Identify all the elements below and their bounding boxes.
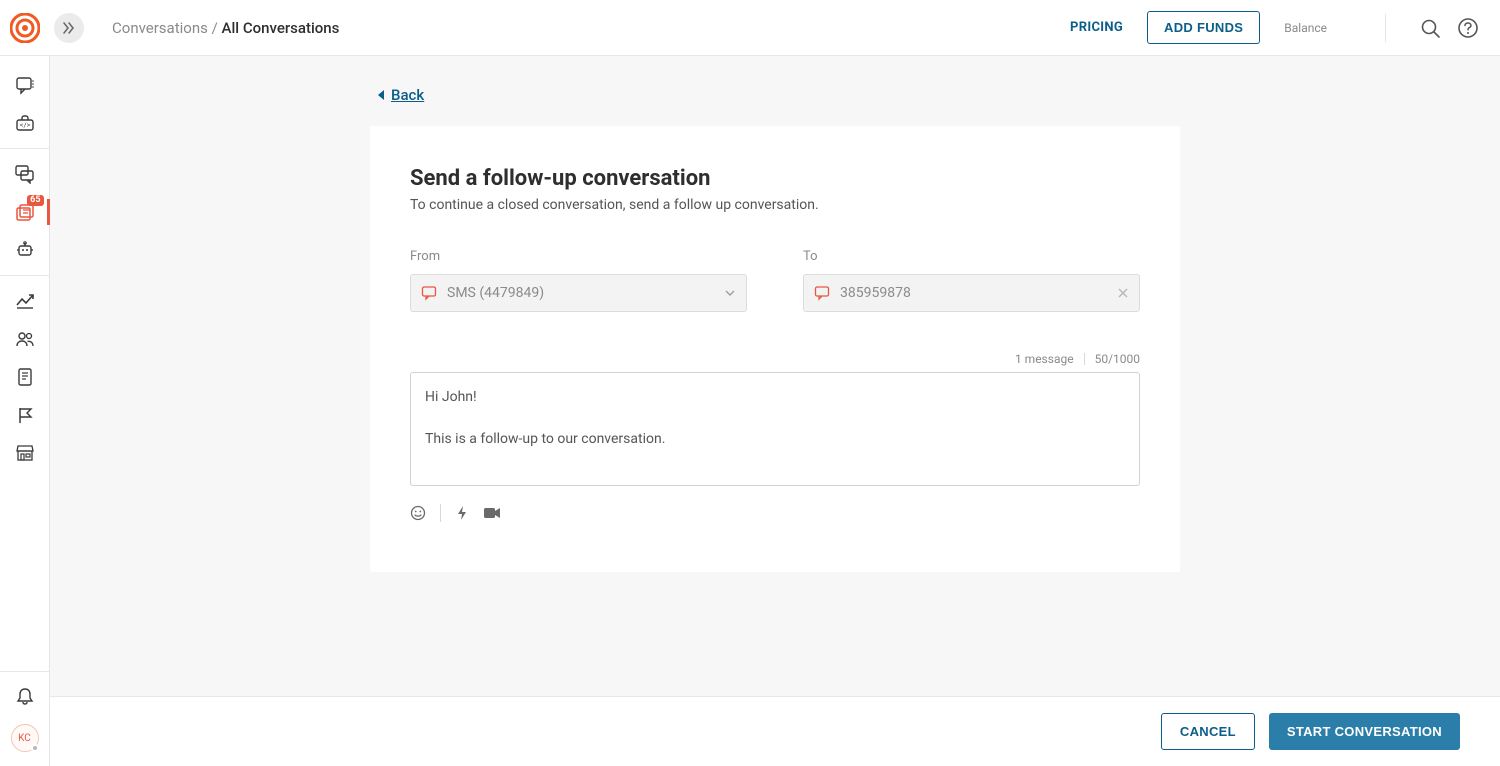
- nav-item-store[interactable]: [0, 434, 50, 472]
- back-link-label: Back: [391, 86, 424, 104]
- people-icon: [15, 329, 35, 349]
- nav-item-bot[interactable]: [0, 231, 50, 269]
- sms-icon: [814, 285, 830, 301]
- chevron-double-right-icon: [62, 21, 76, 35]
- nav-item-book[interactable]: [0, 358, 50, 396]
- avatar-initials: KC: [18, 733, 31, 744]
- message-textarea[interactable]: [410, 372, 1140, 486]
- from-label: From: [410, 249, 747, 264]
- breadcrumb-separator: /: [208, 19, 222, 37]
- back-link[interactable]: Back: [376, 86, 424, 104]
- start-conversation-button[interactable]: START CONVERSATION: [1269, 713, 1460, 750]
- nav-item-inbox[interactable]: 65: [0, 193, 50, 231]
- chat-icon: [15, 75, 35, 95]
- char-counter: 50/1000: [1095, 352, 1140, 366]
- quick-action-button[interactable]: [455, 505, 469, 521]
- video-button[interactable]: [483, 506, 501, 520]
- avatar-status-dot: [31, 744, 39, 752]
- clear-icon[interactable]: [1117, 287, 1129, 299]
- nav-item-notifications[interactable]: [0, 682, 50, 710]
- to-value: 385959878: [840, 285, 1107, 301]
- brand-logo[interactable]: [10, 13, 40, 43]
- nav-item-people[interactable]: [0, 320, 50, 358]
- bell-icon: [15, 686, 35, 706]
- card-subtitle: To continue a closed conversation, send …: [410, 197, 1140, 213]
- inbox-badge: 65: [27, 195, 43, 206]
- textarea-toolbar: [410, 504, 1140, 522]
- video-icon: [483, 506, 501, 520]
- from-select[interactable]: SMS (4479849): [410, 274, 747, 312]
- balance-label: Balance: [1284, 21, 1327, 35]
- chevron-down-icon: [724, 287, 736, 299]
- expand-sidebar-button[interactable]: [54, 13, 84, 43]
- search-icon[interactable]: [1418, 16, 1442, 40]
- sidebar: </> 65: [0, 56, 50, 766]
- emoji-button[interactable]: [410, 505, 426, 521]
- pricing-link[interactable]: PRICING: [1070, 20, 1123, 35]
- toolbox-icon: </>: [15, 113, 35, 133]
- nav-item-flag[interactable]: [0, 396, 50, 434]
- followup-card: Send a follow-up conversation To continu…: [370, 126, 1180, 572]
- book-icon: [15, 367, 35, 387]
- help-icon[interactable]: [1456, 16, 1480, 40]
- breadcrumb-current: All Conversations: [222, 19, 340, 37]
- footer-action-bar: CANCEL START CONVERSATION: [50, 696, 1500, 766]
- from-value: SMS (4479849): [447, 285, 714, 301]
- bot-icon: [15, 240, 35, 260]
- main-content: Back Send a follow-up conversation To co…: [50, 56, 1500, 766]
- message-count: 1 message: [1015, 352, 1074, 366]
- emoji-icon: [410, 505, 426, 521]
- card-title: Send a follow-up conversation: [410, 166, 1140, 191]
- meta-divider: [1084, 353, 1085, 365]
- chart-line-icon: [15, 291, 35, 311]
- user-avatar[interactable]: KC: [11, 724, 39, 752]
- nav-item-chat[interactable]: [0, 66, 50, 104]
- app-header: Conversations / All Conversations PRICIN…: [0, 0, 1500, 56]
- to-label: To: [803, 249, 1140, 264]
- breadcrumb-parent[interactable]: Conversations: [112, 19, 208, 37]
- add-funds-button[interactable]: ADD FUNDS: [1147, 11, 1260, 44]
- bolt-icon: [455, 505, 469, 521]
- caret-left-icon: [376, 89, 385, 101]
- cancel-button[interactable]: CANCEL: [1161, 713, 1255, 750]
- flag-icon: [15, 405, 35, 425]
- header-divider: [1385, 14, 1386, 42]
- nav-item-analytics[interactable]: [0, 282, 50, 320]
- breadcrumb: Conversations / All Conversations: [112, 19, 339, 37]
- nav-item-conversations[interactable]: [0, 155, 50, 193]
- sms-icon: [421, 285, 437, 301]
- toolbar-divider: [440, 504, 441, 522]
- storefront-icon: [15, 443, 35, 463]
- conversations-icon: [15, 164, 35, 184]
- svg-text:</>: </>: [19, 122, 30, 129]
- nav-item-toolbox[interactable]: </>: [0, 104, 50, 142]
- to-field[interactable]: 385959878: [803, 274, 1140, 312]
